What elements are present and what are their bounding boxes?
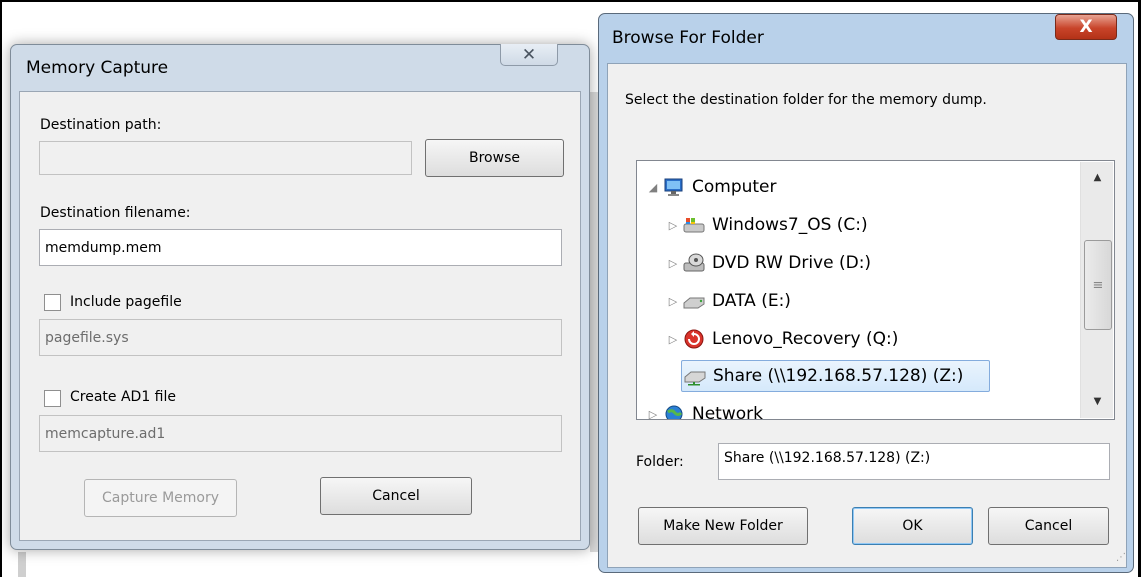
collapsed-arrow-icon[interactable]: ▷ xyxy=(647,408,659,420)
create-ad1-label: Create AD1 file xyxy=(70,389,177,405)
destination-filename-field[interactable]: memdump.mem xyxy=(39,229,562,266)
network-drive-icon xyxy=(684,366,706,386)
collapsed-arrow-icon[interactable]: ▷ xyxy=(667,257,679,270)
destination-path-field[interactable] xyxy=(39,141,412,175)
dvd-drive-icon xyxy=(683,253,705,273)
collapsed-arrow-icon[interactable]: ▷ xyxy=(667,295,679,308)
tree-item-label: Share (\\192.168.57.128) (Z:) xyxy=(713,366,964,386)
os-drive-icon xyxy=(683,215,705,235)
scrollbar-thumb[interactable]: ≡ xyxy=(1084,240,1112,330)
tree-item-computer[interactable]: ◢ Computer xyxy=(647,172,777,202)
browse-button[interactable]: Browse xyxy=(425,139,564,177)
browse-folder-close-button[interactable]: X xyxy=(1055,14,1117,40)
tree-item-share[interactable]: Share (\\192.168.57.128) (Z:) xyxy=(681,360,990,392)
tree-item-label: Lenovo_Recovery (Q:) xyxy=(712,329,899,349)
capture-memory-button[interactable]: Capture Memory xyxy=(84,479,237,517)
memory-capture-title: Memory Capture xyxy=(26,58,169,78)
scroll-down-icon[interactable]: ▼ xyxy=(1081,390,1114,412)
folder-field[interactable]: Share (\\192.168.57.128) (Z:) xyxy=(718,443,1110,480)
expanded-arrow-icon[interactable]: ◢ xyxy=(647,181,659,194)
collapsed-arrow-icon[interactable]: ▷ xyxy=(667,219,679,232)
tree-item-label: DVD RW Drive (D:) xyxy=(712,253,872,273)
tree-item-label: DATA (E:) xyxy=(712,291,791,311)
include-pagefile-checkbox[interactable] xyxy=(44,294,61,311)
folder-tree[interactable]: ◢ Computer ▷ Windows7_OS (C:) ▷ DVD RW D… xyxy=(636,160,1115,420)
tree-item-network[interactable]: ▷ Network xyxy=(647,399,763,420)
browse-folder-cancel-button[interactable]: Cancel xyxy=(988,507,1109,545)
memory-capture-cancel-button[interactable]: Cancel xyxy=(320,477,472,515)
close-icon: ✕ xyxy=(521,44,537,65)
network-icon xyxy=(663,404,685,419)
tree-item-label: Network xyxy=(692,404,763,420)
create-ad1-checkbox[interactable] xyxy=(44,390,61,407)
destination-path-label: Destination path: xyxy=(40,117,162,133)
browse-folder-title: Browse For Folder xyxy=(612,28,764,48)
tree-item-label: Computer xyxy=(692,177,777,197)
computer-icon xyxy=(663,177,685,197)
close-icon: X xyxy=(1079,17,1093,37)
tree-item-dvd[interactable]: ▷ DVD RW Drive (D:) xyxy=(667,248,871,278)
browse-instruction: Select the destination folder for the me… xyxy=(625,92,987,108)
tree-item-label: Windows7_OS (C:) xyxy=(712,215,868,235)
tree-item-data[interactable]: ▷ DATA (E:) xyxy=(667,286,791,316)
ok-button[interactable]: OK xyxy=(852,507,973,545)
folder-label: Folder: xyxy=(636,454,684,470)
include-pagefile-label: Include pagefile xyxy=(70,294,182,310)
tree-item-lenovo-recovery[interactable]: ▷ Lenovo_Recovery (Q:) xyxy=(667,324,899,354)
memory-capture-close-button[interactable]: ✕ xyxy=(500,44,558,66)
tree-scrollbar[interactable]: ▲ ≡ ▼ xyxy=(1080,162,1113,418)
tree-item-windows7-os[interactable]: ▷ Windows7_OS (C:) xyxy=(667,210,868,240)
scroll-up-icon[interactable]: ▲ xyxy=(1081,166,1114,188)
destination-filename-label: Destination filename: xyxy=(40,205,191,221)
collapsed-arrow-icon[interactable]: ▷ xyxy=(667,333,679,346)
make-new-folder-button[interactable]: Make New Folder xyxy=(638,507,808,545)
pagefile-field[interactable]: pagefile.sys xyxy=(39,319,562,356)
hard-drive-icon xyxy=(683,291,705,311)
resize-grip-icon[interactable]: ⋰ xyxy=(1116,552,1130,566)
recovery-drive-icon xyxy=(683,329,705,349)
ad1-filename-field[interactable]: memcapture.ad1 xyxy=(39,415,562,452)
